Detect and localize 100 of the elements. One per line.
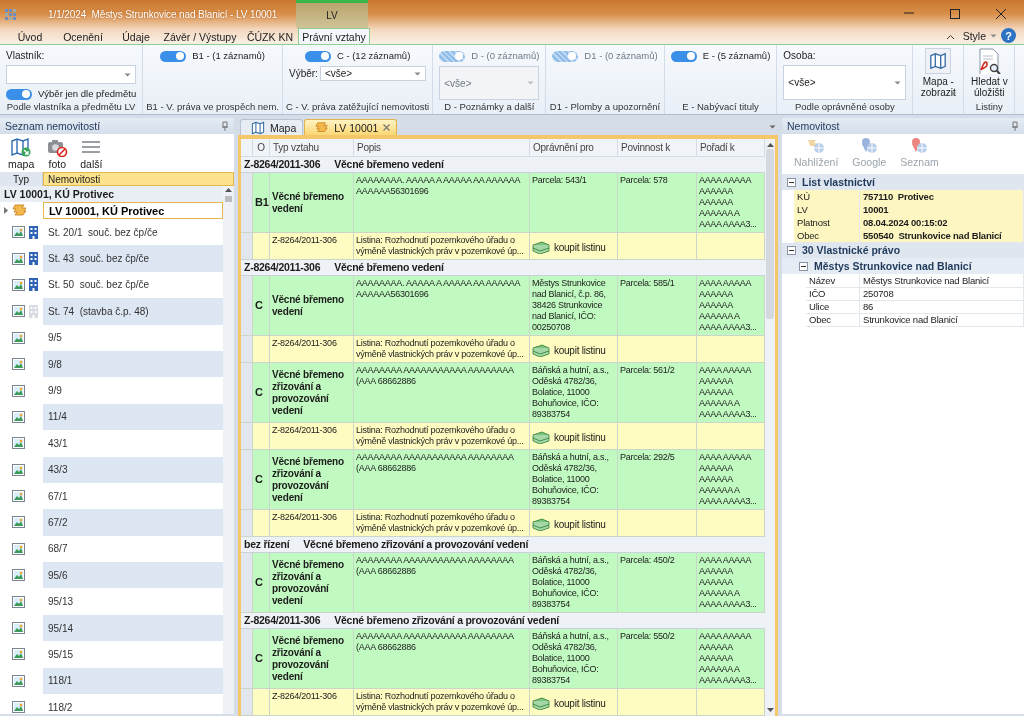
- toggle-switch[interactable]: C - (12 záznamů): [304, 50, 411, 62]
- table-cell: AAAAAAAA AAAAAAAAAAA AAAAAAAA (AAA 68662886: [354, 363, 530, 423]
- list-item[interactable]: St. 74 (stavba č.p. 48): [43, 298, 223, 325]
- table-cell: AAAA AAAAA AAAAAA AAAAAA AAAAAA A AAAA AAAA3...: [697, 276, 765, 336]
- section-title: 30 Vlastnické právo: [802, 244, 901, 256]
- list-item[interactable]: 118/1: [43, 667, 223, 695]
- table-cell: Báňská a hutní, a.s., Oděská 4782/36, Bolatice, 11000 Bohuňovice, IČO: 89383754: [530, 553, 618, 613]
- buy-link[interactable]: koupit listinu: [554, 344, 606, 356]
- toolbar-button[interactable]: další: [80, 137, 103, 170]
- dropdown-field[interactable]: <vše>: [783, 65, 907, 100]
- table-cell: C: [253, 629, 270, 689]
- field-label: Výběr:: [288, 68, 318, 79]
- ribbon-tab[interactable]: Právní vztahy: [298, 28, 370, 44]
- map-icon: [10, 137, 33, 157]
- dropdown-field[interactable]: [6, 65, 137, 84]
- list-item[interactable]: St. 50 souč. bez čp/če: [43, 271, 223, 299]
- list-item[interactable]: 9/5: [43, 324, 223, 351]
- caret-icon: [990, 34, 997, 38]
- list-item[interactable]: 68/7: [43, 535, 223, 563]
- group-label: Podle oprávněné osoby: [794, 100, 895, 114]
- toggle-switch[interactable]: B1 - (1 záznamů): [160, 50, 266, 62]
- group-title: Věcné břemeno zřizování a provozování vedení: [334, 615, 559, 626]
- table-cell: [697, 689, 765, 716]
- collapse-ribbon-icon: [945, 34, 955, 40]
- toolbar-button[interactable]: mapa: [8, 137, 35, 170]
- group-title: Věcné břemeno vedení: [334, 159, 444, 170]
- group-title: Věcné břemeno vedení: [334, 262, 444, 273]
- document-tab[interactable]: Mapa: [240, 119, 304, 135]
- list-item[interactable]: 67/1: [43, 482, 223, 510]
- image-icon: [12, 305, 25, 318]
- table-cell: Z-8264/2011-306: [270, 336, 354, 363]
- style-menu[interactable]: Style: [962, 30, 997, 42]
- collapse-icon: [787, 177, 796, 187]
- image-icon: [12, 358, 25, 371]
- building-icon: [28, 277, 39, 293]
- section-header[interactable]: Městys Strunkovice nad Blanicí: [782, 258, 1024, 274]
- table-cell: Věcné břemeno zřizování a provozování vedení: [270, 450, 354, 510]
- list-item[interactable]: 11/4: [43, 403, 223, 431]
- table-cell: Věcné břemeno vedení: [270, 276, 354, 336]
- field-label: Osoba:: [783, 50, 817, 61]
- list-item[interactable]: 95/6: [43, 562, 223, 589]
- table-cell: [697, 423, 765, 450]
- list-item[interactable]: LV 10001, KÚ Protivec: [43, 202, 223, 219]
- toggle-switch[interactable]: E - (5 záznamů): [670, 50, 771, 62]
- ribbon-tab[interactable]: Úvod: [8, 28, 52, 44]
- image-icon: [12, 648, 25, 661]
- section-header[interactable]: List vlastnictví: [782, 174, 1024, 190]
- table-cell: [253, 689, 270, 716]
- buy-link[interactable]: koupit listinu: [554, 241, 606, 253]
- property-value: 08.04.2024 00:15:02: [860, 216, 1024, 230]
- map-button[interactable]: Mapa - zobrazit: [916, 48, 961, 96]
- toolbar-button[interactable]: foto: [46, 137, 69, 170]
- arrow-up-icon: [225, 188, 232, 192]
- list-item[interactable]: 43/1: [43, 430, 223, 457]
- list-item[interactable]: St. 43 souč. bez čp/če: [43, 245, 223, 272]
- ribbon-tab[interactable]: Údaje: [114, 28, 158, 44]
- document-tab[interactable]: LV 10001: [304, 119, 398, 135]
- toggle-switch[interactable]: Výběr jen dle předmětu: [6, 88, 137, 100]
- list-item[interactable]: 9/9: [43, 377, 223, 404]
- list-item[interactable]: 95/13: [43, 588, 223, 615]
- ribbon-tab[interactable]: Závěr / Výstupy: [158, 28, 242, 44]
- list-item[interactable]: 43/3: [43, 456, 223, 483]
- table-cell: AAAAAAAA. AAAAA A AAAAA AA AAAAAA AAAAAA56301696: [354, 276, 530, 336]
- table-cell: [253, 423, 270, 450]
- table-cell: AAAA AAAAA AAAAAA AAAAAA AAAAAA A AAAA AAAA3...: [697, 553, 765, 613]
- search-document-button[interactable]: Hledat v úložišti: [967, 48, 1012, 98]
- list-item[interactable]: 9/8: [43, 350, 223, 378]
- ribbon-tab[interactable]: ČÚZK KN: [242, 28, 298, 44]
- image-icon: [12, 410, 25, 423]
- image-icon: [12, 622, 25, 635]
- table-cell: Listina: Rozhodnutí pozemkového úřadu o výměně vlastnických práv v pozemkové úp...: [354, 510, 530, 537]
- list-item[interactable]: 95/15: [43, 641, 223, 668]
- table-cell: B1: [253, 173, 270, 233]
- table-cell: Listina: Rozhodnutí pozemkového úřadu o výměně vlastnických práv v pozemkové úp...: [354, 423, 530, 450]
- collapse-icon: [787, 245, 796, 255]
- dropdown-field[interactable]: <vše>: [319, 66, 427, 81]
- list-item[interactable]: 95/14: [43, 614, 223, 642]
- list-item[interactable]: 118/2: [43, 694, 223, 714]
- help-button[interactable]: ?: [1001, 28, 1016, 43]
- buy-link[interactable]: koupit listinu: [554, 431, 606, 443]
- pushpin-icon: [1011, 120, 1019, 132]
- table-cell: Parcela: 578: [618, 173, 697, 233]
- building-icon: [28, 224, 39, 240]
- buy-link[interactable]: koupit listinu: [554, 518, 606, 530]
- image-icon: [12, 569, 25, 582]
- group-code: Z-8264/2011-306: [244, 262, 321, 273]
- image-icon: [12, 674, 25, 687]
- table-cell: [253, 233, 270, 260]
- column-header: Typ vztahu: [270, 139, 354, 157]
- group-code: Z-8264/2011-306: [244, 615, 321, 626]
- ribbon-tab[interactable]: Ocenění: [52, 28, 114, 44]
- buy-link[interactable]: koupit listinu: [554, 697, 606, 709]
- table-cell: AAAA AAAAA AAAAAA AAAAAA AAAAAA A AAAA AAAA3...: [697, 173, 765, 233]
- table-cell: Listina: Rozhodnutí pozemkového úřadu o výměně vlastnických práv v pozemkové úp...: [354, 336, 530, 363]
- table-cell: Parcela: 450/2: [618, 553, 697, 613]
- list-item[interactable]: St. 20/1 souč. bez čp/če: [43, 219, 223, 246]
- map-icon: [929, 52, 948, 70]
- image-icon: [12, 595, 25, 608]
- list-item[interactable]: 67/2: [43, 509, 223, 536]
- property-value: 86: [860, 300, 1024, 314]
